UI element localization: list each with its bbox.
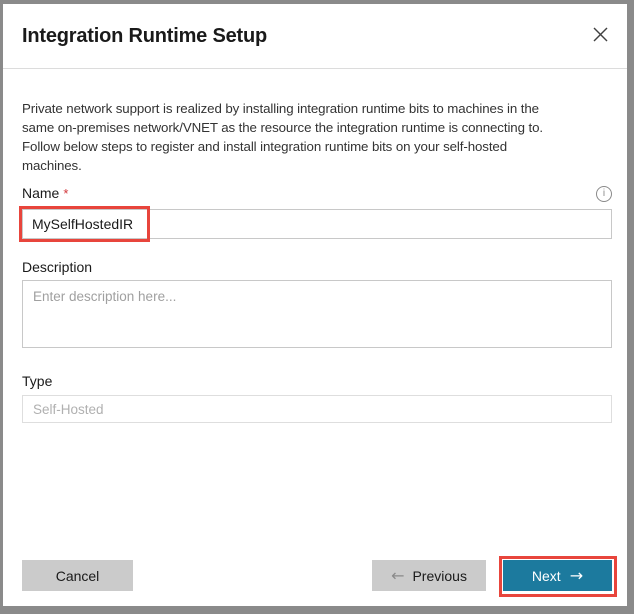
type-label-row: Type xyxy=(22,372,612,390)
description-label-row: Description xyxy=(22,258,612,276)
screenshot-frame: Integration Runtime Setup Private networ… xyxy=(0,0,634,614)
description-textarea[interactable] xyxy=(22,280,612,348)
close-icon xyxy=(593,27,608,45)
type-label: Type xyxy=(22,373,53,389)
name-label-row: Name * i xyxy=(22,185,612,203)
previous-button-label: Previous xyxy=(412,567,467,584)
name-input[interactable] xyxy=(22,209,612,239)
intro-line: Private network support is realized by i… xyxy=(22,101,539,116)
intro-line: same on-premises network/VNET as the res… xyxy=(22,120,543,135)
next-button-wrap: Next → xyxy=(499,556,617,597)
dialog-body: Private network support is realized by i… xyxy=(3,69,627,423)
arrow-left-icon: ← xyxy=(391,565,405,585)
info-icon[interactable]: i xyxy=(596,186,612,202)
next-button-label: Next xyxy=(531,567,561,584)
next-button[interactable]: Next → xyxy=(503,560,612,591)
intro-line: machines. xyxy=(22,158,82,173)
dialog-header: Integration Runtime Setup xyxy=(3,4,627,69)
dialog-title: Integration Runtime Setup xyxy=(22,24,268,47)
dialog-footer: Cancel ← Previous Next → xyxy=(22,556,617,597)
close-button[interactable] xyxy=(588,24,612,48)
name-input-wrap xyxy=(19,206,612,242)
description-label: Description xyxy=(22,259,93,275)
type-input xyxy=(22,395,612,423)
cancel-button-label: Cancel xyxy=(55,567,100,584)
name-label: Name xyxy=(22,185,60,201)
arrow-right-icon: → xyxy=(569,565,584,585)
previous-button[interactable]: ← Previous xyxy=(372,560,486,591)
integration-runtime-setup-dialog: Integration Runtime Setup Private networ… xyxy=(3,4,627,606)
intro-line: Follow below steps to register and insta… xyxy=(22,139,508,154)
name-label-group: Name * xyxy=(22,185,68,203)
intro-text: Private network support is realized by i… xyxy=(22,99,612,175)
required-asterisk: * xyxy=(63,186,69,201)
cancel-button[interactable]: Cancel xyxy=(22,560,133,591)
